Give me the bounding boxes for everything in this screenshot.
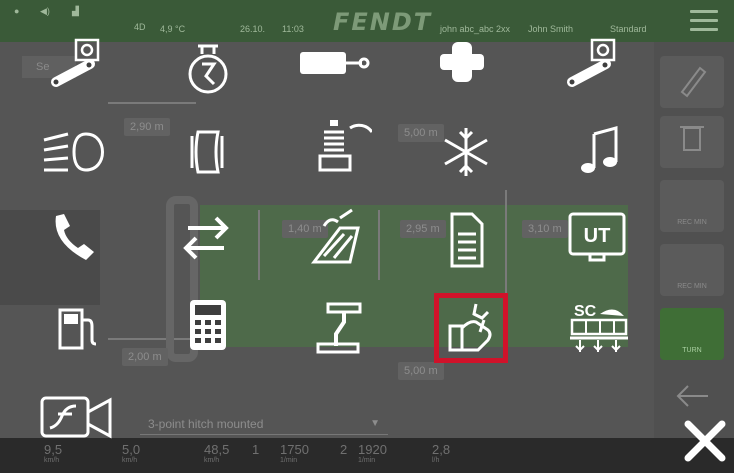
link-settings-2-icon[interactable]	[558, 34, 630, 106]
delete-button	[660, 116, 724, 168]
hitch-type-dropdown: 3-point hitch mounted ▼	[140, 414, 388, 435]
trash-icon	[680, 126, 704, 151]
air-conditioning-icon[interactable]	[430, 116, 502, 188]
turn-button: TURN	[660, 308, 724, 360]
dimension-top: 2,90 m	[124, 118, 170, 136]
engine-settings-icon[interactable]	[172, 34, 244, 106]
time-value: 11:03	[282, 24, 304, 34]
sc-label: SC	[574, 303, 597, 320]
ut-label: UT	[584, 225, 611, 247]
date-value: 26.10.	[240, 24, 266, 34]
brand-logo: FENDT	[333, 8, 433, 36]
rec-min-button-2: REC MIN	[660, 244, 724, 296]
mower-icon[interactable]	[300, 200, 372, 272]
engine-rpm-label-1: 1	[252, 442, 260, 457]
headlight-icon[interactable]	[38, 118, 110, 190]
music-icon[interactable]	[564, 116, 636, 188]
pencil-icon	[680, 66, 707, 98]
reverse-icon[interactable]	[170, 202, 242, 274]
tire-icon[interactable]	[170, 118, 242, 190]
mode-label: Standard	[610, 24, 647, 34]
hitch-type-value: 3-point hitch mounted	[148, 417, 264, 431]
fuel-icon[interactable]	[40, 290, 112, 362]
signal-icon: ▟	[72, 6, 79, 16]
dimension-e: 5,00 m	[398, 362, 444, 380]
driver-name: John Smith	[528, 24, 574, 34]
section-control-icon[interactable]: SC	[562, 292, 634, 364]
link-settings-icon[interactable]	[42, 34, 114, 106]
calculator-icon[interactable]	[172, 290, 244, 362]
hydraulic-cylinder-icon[interactable]	[298, 34, 370, 106]
selected-highlight-frame	[434, 293, 508, 363]
rec-min-label-1: REC MIN	[677, 219, 707, 226]
hitch-icon[interactable]	[300, 290, 372, 362]
rec-min-button-1: REC MIN	[660, 180, 724, 232]
small-4d-label: 4D	[134, 22, 146, 32]
close-icon[interactable]	[680, 416, 730, 466]
back-arrow-icon	[668, 376, 716, 416]
document-icon[interactable]	[430, 204, 502, 276]
chevron-down-icon: ▼	[370, 418, 380, 429]
volume-icon: ◀)	[40, 6, 50, 16]
hamburger-menu-icon[interactable]	[690, 10, 718, 32]
camera-icon[interactable]	[40, 384, 112, 456]
phone-icon[interactable]	[40, 202, 112, 274]
joint-icon[interactable]	[426, 34, 498, 106]
turn-label: TURN	[682, 347, 702, 354]
temperature-value: 4,9 °C	[160, 24, 186, 34]
edit-button	[660, 56, 724, 108]
engine-rpm-label-2: 2	[340, 442, 348, 457]
profile-a: john abc_abc 2xx	[440, 24, 511, 34]
rec-min-label-2: REC MIN	[677, 283, 707, 290]
gps-icon: ●	[14, 6, 20, 16]
speed-3: 48,5 km/h	[204, 442, 230, 464]
ut-terminal-icon[interactable]: UT	[560, 202, 632, 274]
speed-2: 5,0 km/h	[122, 442, 141, 464]
suspension-icon[interactable]	[300, 110, 372, 182]
engine-rpm-1: 1750 1/min	[280, 442, 309, 464]
dimension-bottom: 2,00 m	[122, 348, 168, 366]
fuel-consumption: 2,8 l/h	[432, 442, 451, 464]
engine-rpm-2: 1920 1/min	[358, 442, 387, 464]
